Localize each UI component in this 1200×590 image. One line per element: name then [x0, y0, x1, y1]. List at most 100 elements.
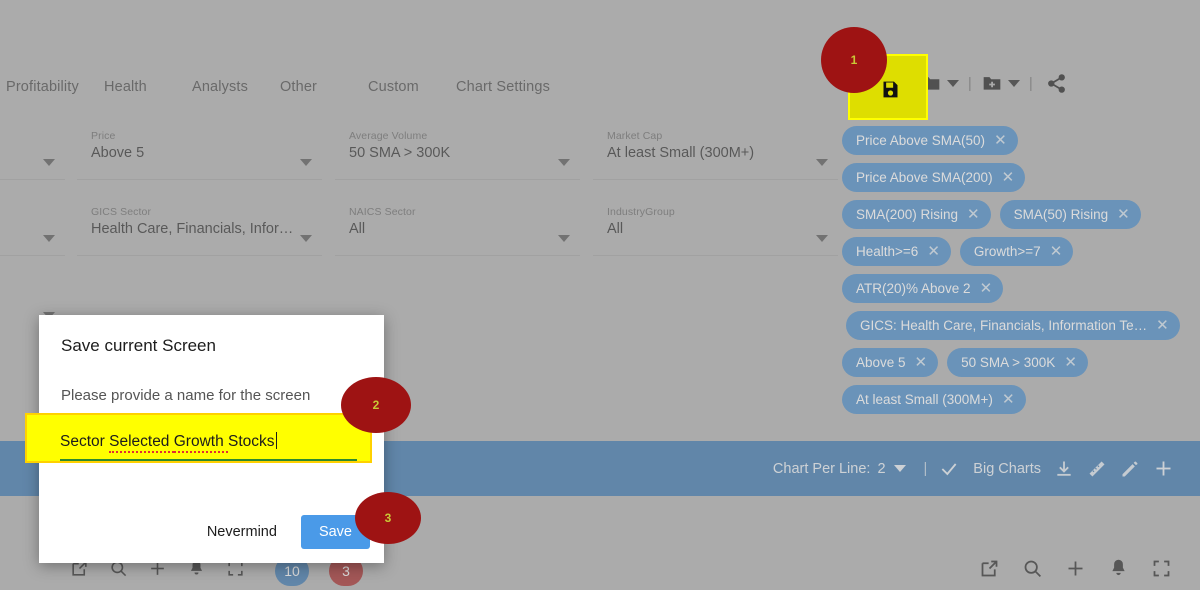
text-caret	[275, 432, 277, 449]
annotation-badge-1: 1	[821, 27, 887, 93]
ruler-icon	[1089, 461, 1105, 476]
filter-stub-1[interactable]	[0, 130, 65, 180]
download-button[interactable]	[1054, 459, 1074, 479]
chip-row: GICS: Health Care, Financials, Informati…	[842, 311, 1194, 340]
chip-health-gte-6[interactable]: Health>=6 ✕	[842, 237, 951, 266]
edit-button[interactable]	[1120, 459, 1140, 479]
screen-name-word: Stocks	[228, 433, 275, 450]
check-icon	[941, 462, 957, 475]
close-icon[interactable]: ✕	[927, 244, 940, 259]
active-filter-chips: Price Above SMA(50) ✕ Price Above SMA(20…	[842, 126, 1194, 422]
chip-sma200-rising[interactable]: SMA(200) Rising ✕	[842, 200, 991, 229]
filter-industry-group-label: IndustryGroup	[607, 206, 675, 218]
chip-label: Price Above SMA(200)	[856, 170, 993, 185]
chip-label: GICS: Health Care, Financials, Informati…	[860, 318, 1148, 333]
chip-sma50-rising[interactable]: SMA(50) Rising ✕	[999, 200, 1141, 229]
chart-per-line-value: 2	[877, 460, 886, 477]
chevron-down-icon	[43, 235, 55, 242]
pencil-icon	[1122, 461, 1138, 476]
close-icon[interactable]: ✕	[1156, 318, 1169, 333]
add-chart-button[interactable]	[1153, 458, 1174, 479]
chip-growth-gte-7[interactable]: Growth>=7 ✕	[959, 237, 1074, 266]
tab-analysts[interactable]: Analysts	[192, 79, 280, 95]
big-charts-label[interactable]: Big Charts	[973, 461, 1041, 477]
chip-label: SMA(200) Rising	[856, 207, 959, 222]
chevron-down-icon	[816, 159, 828, 166]
filter-average-volume[interactable]: Average Volume 50 SMA > 300K	[335, 130, 580, 180]
filter-gics-sector-label: GICS Sector	[91, 206, 152, 218]
screen-name-input[interactable]: Sector Selected Growth Stocks	[60, 432, 360, 453]
chart-per-line-label: Chart Per Line:	[772, 460, 871, 477]
close-icon[interactable]: ✕	[1064, 355, 1077, 370]
filter-market-cap[interactable]: Market Cap At least Small (300M+)	[593, 130, 838, 180]
chip-label: 50 SMA > 300K	[961, 355, 1056, 370]
chip-at-least-small[interactable]: At least Small (300M+) ✕	[842, 385, 1026, 414]
close-icon[interactable]: ✕	[1002, 392, 1015, 407]
chip-label: Health>=6	[856, 244, 919, 259]
measure-button[interactable]	[1087, 459, 1107, 479]
filter-stub-2[interactable]	[0, 206, 65, 256]
fullscreen-icon[interactable]	[1151, 558, 1172, 584]
toolbar-divider: |	[1028, 74, 1033, 92]
filter-market-cap-label: Market Cap	[607, 130, 663, 142]
new-screen-button[interactable]	[981, 73, 1020, 93]
chevron-down-icon[interactable]	[893, 465, 906, 472]
annotation-badge-3: 3	[355, 492, 421, 544]
cancel-button[interactable]: Nevermind	[197, 516, 287, 548]
close-icon[interactable]: ✕	[915, 355, 928, 370]
floppy-disk-icon[interactable]	[880, 79, 901, 100]
chevron-down-icon	[300, 159, 312, 166]
chevron-down-icon[interactable]	[946, 79, 959, 87]
toolbar-divider: |	[967, 74, 972, 92]
chip-label: SMA(50) Rising	[1013, 207, 1109, 222]
chevron-down-icon	[558, 235, 570, 242]
apply-check-button[interactable]	[939, 459, 959, 479]
chip-above-5[interactable]: Above 5 ✕	[842, 348, 939, 377]
external-link-icon[interactable]	[979, 558, 1000, 584]
bell-icon[interactable]	[1108, 558, 1129, 584]
chip-row: At least Small (300M+) ✕	[842, 385, 1194, 414]
chevron-down-icon	[816, 235, 828, 242]
share-icon	[1047, 73, 1065, 93]
dialog-actions: Nevermind Save	[197, 515, 370, 549]
tab-custom[interactable]: Custom	[368, 79, 456, 95]
close-icon[interactable]: ✕	[1117, 207, 1130, 222]
chip-atr20-above-2[interactable]: ATR(20)% Above 2 ✕	[842, 274, 1004, 303]
tab-other[interactable]: Other	[280, 79, 368, 95]
screen-name-input-underline	[60, 459, 357, 461]
tab-profitability[interactable]: Profitability	[6, 79, 104, 95]
tab-health[interactable]: Health	[104, 79, 192, 95]
filter-industry-group[interactable]: IndustryGroup All	[593, 206, 838, 256]
close-icon[interactable]: ✕	[1002, 170, 1015, 185]
filter-naics-sector[interactable]: NAICS Sector All	[335, 206, 580, 256]
close-icon[interactable]: ✕	[980, 281, 993, 296]
screen-name-word: Selected	[109, 433, 174, 453]
screen-name-word: Sector	[60, 433, 110, 450]
close-icon[interactable]: ✕	[994, 133, 1007, 148]
chip-label: Price Above SMA(50)	[856, 133, 986, 148]
filter-price[interactable]: Price Above 5	[77, 130, 322, 180]
chip-gics-sectors[interactable]: GICS: Health Care, Financials, Informati…	[846, 311, 1180, 340]
chevron-down-icon	[558, 159, 570, 166]
close-icon[interactable]: ✕	[1050, 244, 1063, 259]
bottom-right-icons	[979, 558, 1172, 584]
filter-gics-sector[interactable]: GICS Sector Health Care, Financials, Inf…	[77, 206, 322, 256]
plus-icon	[1156, 461, 1171, 476]
plus-icon[interactable]	[1065, 558, 1086, 584]
chevron-down-icon	[43, 159, 55, 166]
chevron-down-icon[interactable]	[1007, 79, 1020, 87]
filter-naics-sector-label: NAICS Sector	[349, 206, 416, 218]
share-button[interactable]	[1046, 73, 1067, 94]
chip-label: Above 5	[856, 355, 906, 370]
filter-price-value: Above 5	[91, 145, 145, 161]
close-icon[interactable]: ✕	[967, 207, 980, 222]
chip-price-above-sma200[interactable]: Price Above SMA(200) ✕	[842, 163, 1026, 192]
filter-average-volume-label: Average Volume	[349, 130, 428, 142]
chip-price-above-sma50[interactable]: Price Above SMA(50) ✕	[842, 126, 1018, 155]
tab-chart-settings[interactable]: Chart Settings	[456, 79, 550, 95]
chip-label: ATR(20)% Above 2	[856, 281, 971, 296]
chevron-down-icon	[300, 235, 312, 242]
filter-gics-sector-value: Health Care, Financials, Infor…	[91, 221, 294, 237]
search-icon[interactable]	[1022, 558, 1043, 584]
chip-50-sma-above-300k[interactable]: 50 SMA > 300K ✕	[947, 348, 1088, 377]
